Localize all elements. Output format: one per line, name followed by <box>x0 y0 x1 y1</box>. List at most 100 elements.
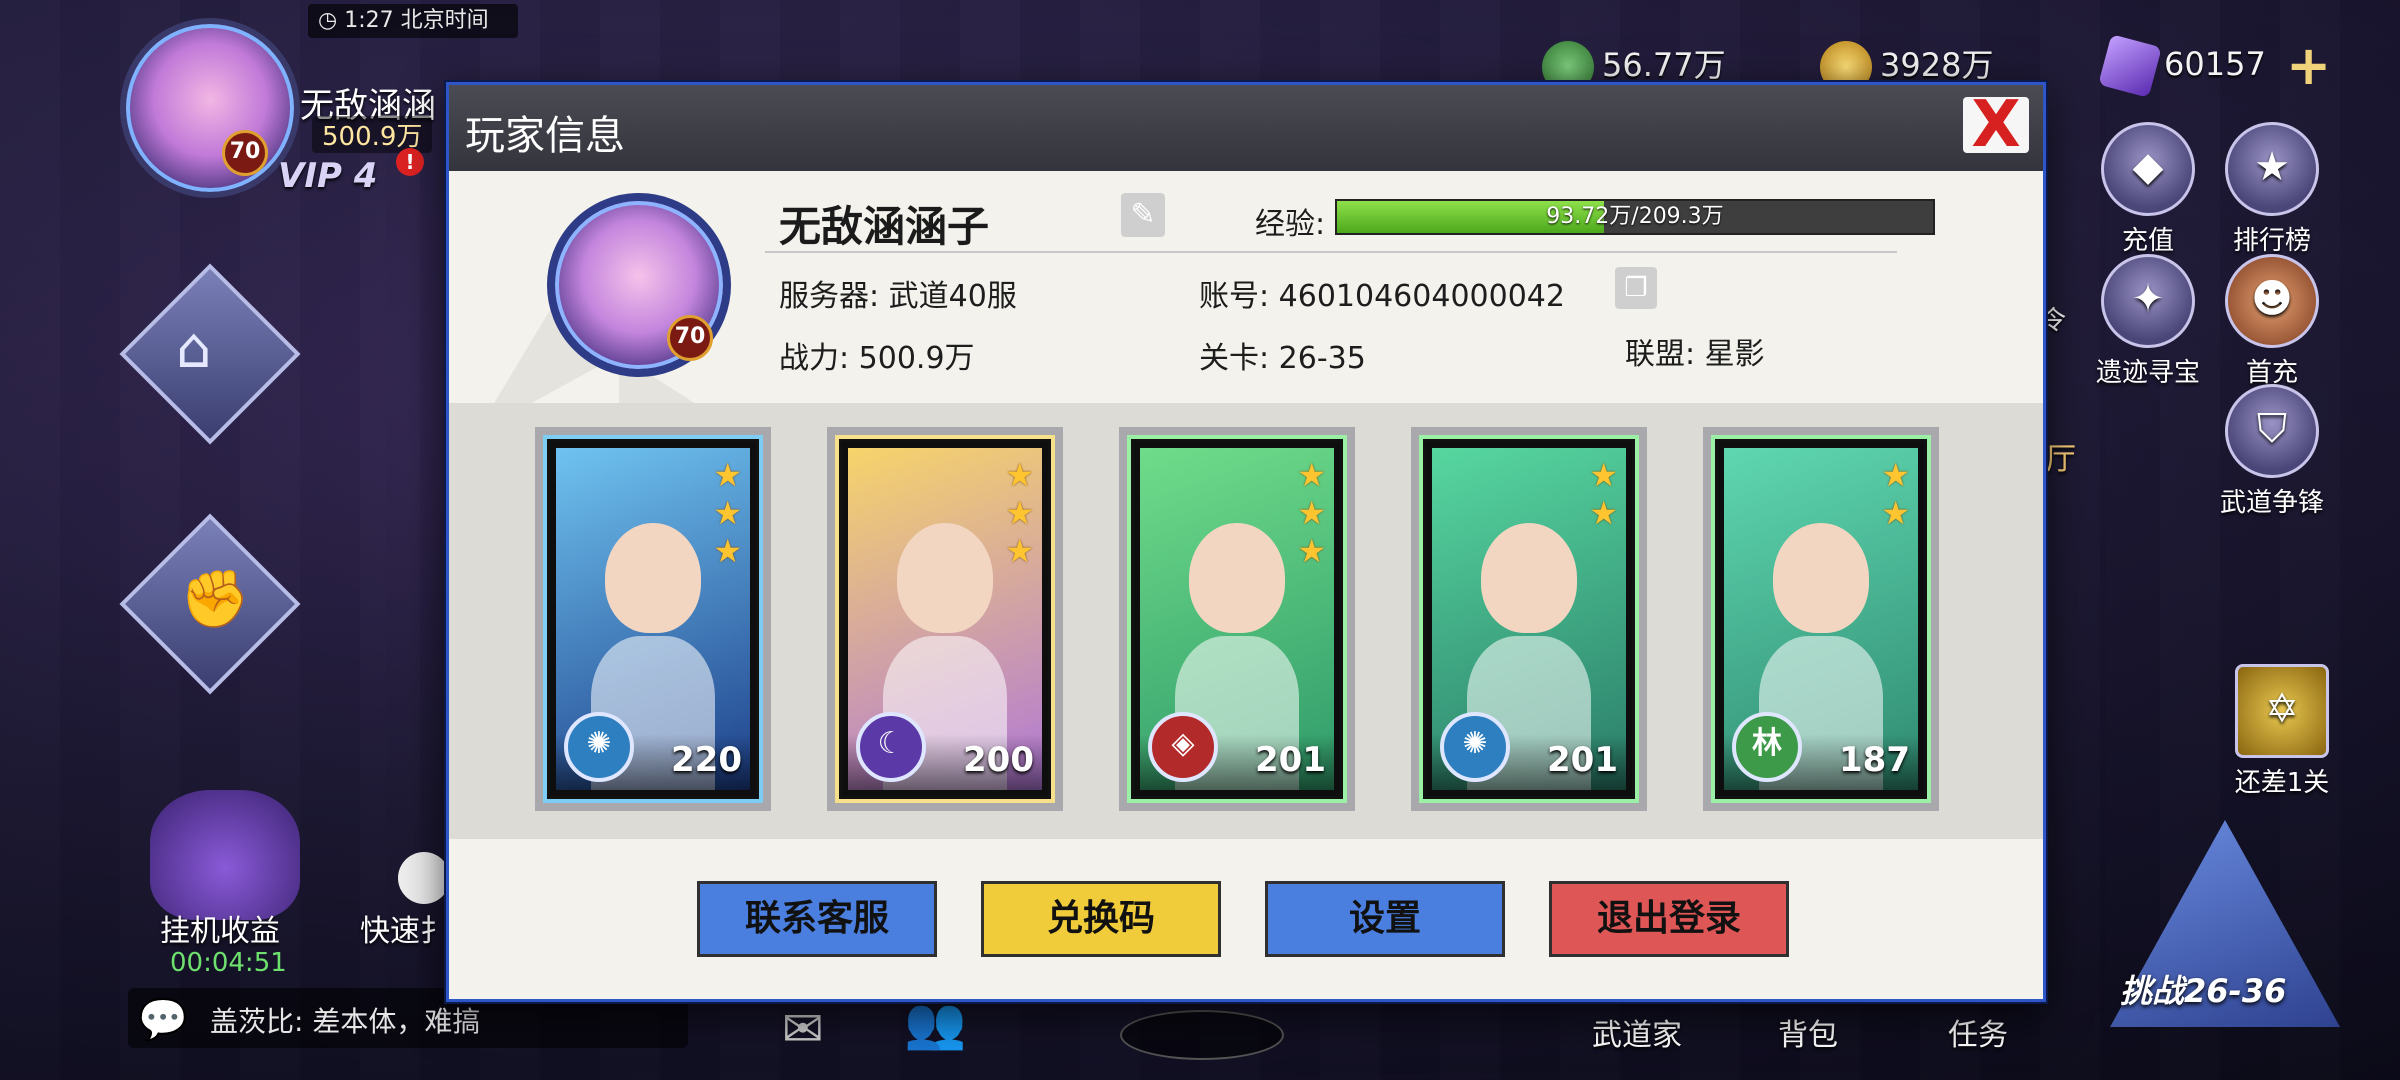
star-icon: ★ <box>713 532 742 570</box>
edit-name-button[interactable]: ✎ <box>1121 193 1165 237</box>
crystal-star-icon: ✦ <box>2101 254 2195 348</box>
hero-portrait: ★ ★ ★ ☾ 200 <box>848 448 1042 790</box>
clock-display: ◷ 1:27 北京时间 <box>308 4 518 38</box>
hud-level-badge: 70 <box>222 130 268 176</box>
account-info: 账号: 460104604000042 <box>1199 271 1565 315</box>
martial-contest-label: 武道争锋 <box>2219 488 2324 518</box>
pencil-icon: ✎ <box>1130 197 1156 232</box>
exp-progress-bar: 93.72万/209.3万 <box>1335 199 1935 235</box>
close-icon: X <box>1971 88 2021 162</box>
quick-idle-icon[interactable] <box>398 852 450 904</box>
hero-level: 201 <box>1547 740 1618 780</box>
star-icon: ★ <box>713 456 742 494</box>
logout-label: 退出登录 <box>1596 898 1741 939</box>
hero-card[interactable]: ★ ★ ✺ 201 <box>1411 427 1647 811</box>
divider <box>765 251 1897 253</box>
settings-label: 设置 <box>1348 898 1421 939</box>
redeem-code-label: 兑换码 <box>1046 898 1155 939</box>
hero-level: 200 <box>963 740 1034 780</box>
pagoda-icon: ⌂ <box>176 316 212 381</box>
hero-card[interactable]: ★ ★ ★ ◈ 201 <box>1119 427 1355 811</box>
hero-card[interactable]: ★ ★ 林 187 <box>1703 427 1939 811</box>
settings-button[interactable]: 设置 <box>1265 881 1505 957</box>
hero-level: 220 <box>671 740 742 780</box>
star-icon: ★ <box>1589 494 1618 532</box>
stage-reward-button[interactable]: ✡ 还差1关 <box>2222 664 2342 799</box>
manhole-decoration <box>1120 1010 1284 1060</box>
vip-level[interactable]: VIP 4 <box>278 156 377 196</box>
challenge-label: 挑战26-36 <box>2120 972 2287 1010</box>
star-icon: ★ <box>713 494 742 532</box>
player-name: 无敌涵涵子 <box>779 202 990 251</box>
hero-portrait: ★ ★ ★ ◈ 201 <box>1140 448 1334 790</box>
wind-swirl-icon: ✺ <box>564 712 634 782</box>
chat-message: 盖茨比: 差本体，难搞 <box>210 1005 481 1038</box>
alliance-label: 联盟: <box>1625 337 1696 372</box>
fire-icon: ◈ <box>1148 712 1218 782</box>
server-label: 服务器: <box>779 279 880 314</box>
copy-account-button[interactable]: ❐ <box>1615 267 1657 309</box>
currency-value: 60157 <box>2164 45 2266 83</box>
quick-idle-label: 快速扌 <box>360 914 450 949</box>
player-avatar-hud[interactable] <box>120 18 300 198</box>
first-recharge-button[interactable]: ☻ 首充 <box>2222 254 2322 389</box>
hero-portrait: ★ ★ ✺ 201 <box>1432 448 1626 790</box>
hero-card[interactable]: ★ ★ ★ ✺ 220 <box>535 427 771 811</box>
clock-text: 1:27 北京时间 <box>344 8 489 33</box>
leaderboard-label: 排行榜 <box>2232 226 2311 256</box>
recharge-button[interactable]: ◆ 充值 <box>2098 122 2198 257</box>
chat-bubble-icon: 💬 <box>138 997 188 1043</box>
fighter-portrait-icon: ☻ <box>2225 254 2319 348</box>
hero-level: 201 <box>1255 740 1326 780</box>
dialog-header: 玩家信息 X <box>449 85 2043 171</box>
star-icon: ★ <box>1297 456 1326 494</box>
wind-swirl-icon: ✺ <box>1440 712 1510 782</box>
star-icon: ★ <box>1297 532 1326 570</box>
idle-rewards-label: 挂机收益 <box>160 914 280 949</box>
close-button[interactable]: X <box>1963 88 2029 162</box>
hero-card-frame: ★ ★ ✺ 201 <box>1423 439 1635 799</box>
martial-contest-button[interactable]: ⛉ 武道争锋 <box>2206 384 2338 519</box>
hero-figure <box>897 523 993 634</box>
hero-portrait: ★ ★ ★ ✺ 220 <box>556 448 750 790</box>
nav-tasks[interactable]: 任务 <box>1948 1010 2008 1054</box>
contact-support-button[interactable]: 联系客服 <box>697 881 937 957</box>
hero-card-frame: ★ ★ ★ ☾ 200 <box>839 439 1051 799</box>
diamond-icon: ◆ <box>2101 122 2195 216</box>
player-level-badge: 70 <box>667 315 713 361</box>
add-currency-button[interactable]: + <box>2286 34 2331 97</box>
redeem-code-button[interactable]: 兑换码 <box>981 881 1221 957</box>
stage-info: 关卡: 26-35 <box>1199 333 1366 377</box>
power-info: 战力: 500.9万 <box>779 333 975 377</box>
power-value: 500.9万 <box>858 341 975 376</box>
shield-star-icon: ⛉ <box>2225 384 2319 478</box>
account-value: 460104604000042 <box>1278 279 1565 314</box>
account-label: 账号: <box>1199 279 1270 314</box>
relic-hunt-button[interactable]: ✦ 遗迹寻宝 <box>2096 254 2200 389</box>
alliance-info: 联盟: 星影 <box>1625 329 1765 373</box>
hero-portrait: ★ ★ 林 187 <box>1724 448 1918 790</box>
player-info-dialog: 玩家信息 X 70 无敌涵涵子 ✎ 经验: 93.72万/209.3万 服务器:… <box>446 82 2046 1002</box>
partial-label: 厅 <box>2046 442 2076 477</box>
gold-star-icon: ✡ <box>2235 664 2329 758</box>
hero-figure <box>605 523 701 634</box>
star-icon: ★ <box>1881 494 1910 532</box>
hud-power: 500.9万 <box>312 116 433 153</box>
alliance-value: 星影 <box>1704 337 1765 372</box>
treasure-bag-icon[interactable] <box>150 790 300 920</box>
friends-icon[interactable]: 👥 <box>904 994 966 1053</box>
currency-gem: 60157 <box>2098 34 2266 98</box>
hero-card[interactable]: ★ ★ ★ ☾ 200 <box>827 427 1063 811</box>
exp-label: 经验: <box>1255 207 1326 242</box>
relic-hunt-label: 遗迹寻宝 <box>2096 358 2201 388</box>
mail-icon[interactable]: ✉ <box>782 1000 824 1058</box>
forest-icon: 林 <box>1732 712 1802 782</box>
nav-martial-artists[interactable]: 武道家 <box>1592 1010 1682 1054</box>
nav-backpack[interactable]: 背包 <box>1778 1010 1838 1054</box>
logout-button[interactable]: 退出登录 <box>1549 881 1789 957</box>
hero-figure <box>1481 523 1577 634</box>
stage-value: 26-35 <box>1278 341 1366 376</box>
star-icon: ★ <box>1005 456 1034 494</box>
leaderboard-button[interactable]: ★ 排行榜 <box>2222 122 2322 257</box>
moon-icon: ☾ <box>856 712 926 782</box>
